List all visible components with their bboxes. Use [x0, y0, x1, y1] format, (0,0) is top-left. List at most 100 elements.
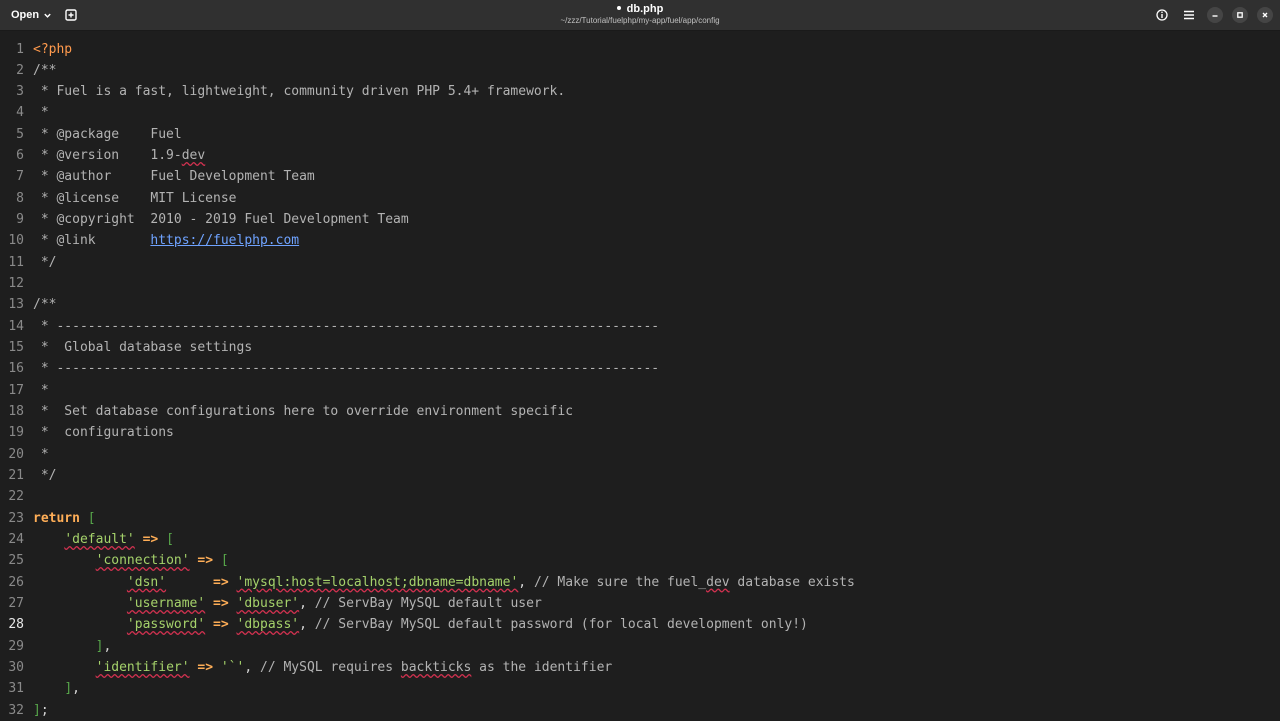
code-line[interactable]: 17 * [0, 380, 1280, 401]
code-token: 'password' [126, 617, 206, 633]
code-token: * --------------------------------------… [33, 361, 660, 377]
code-token: ] [64, 681, 73, 697]
info-icon [1156, 9, 1168, 21]
code-token: 'dsn' [126, 574, 167, 590]
code-token: backticks [400, 660, 472, 676]
maximize-button[interactable] [1232, 7, 1248, 23]
code-line[interactable]: 32]; [0, 700, 1280, 721]
code-line[interactable]: 3 * Fuel is a fast, lightweight, communi… [0, 81, 1280, 102]
code-text: * [33, 444, 49, 465]
code-line[interactable]: 23 return [ [0, 508, 1280, 529]
line-number: 26 [8, 574, 24, 590]
code-token: '`' [220, 660, 245, 676]
code-token: 'mysql:host=localhost;dbname=dbname' [236, 574, 519, 590]
code-line[interactable]: 13 /** [0, 294, 1280, 315]
code-text: ], [33, 678, 80, 699]
open-button[interactable]: Open [4, 5, 59, 25]
code-token: // MySQL requires [260, 660, 401, 676]
file-name: db.php [626, 3, 664, 15]
line-number: 32 [8, 702, 24, 718]
chevron-down-icon [44, 13, 51, 18]
code-line[interactable]: 8 * @license MIT License [0, 188, 1280, 209]
code-line[interactable]: 15 * Global database settings [0, 337, 1280, 358]
close-button[interactable] [1257, 7, 1273, 23]
code-token: * configurations [33, 425, 174, 441]
file-path: ~/zzz/Tutorial/fuelphp/my-app/fuel/app/c… [560, 16, 720, 25]
code-text: * Set database configurations here to ov… [33, 401, 573, 422]
code-text: */ [33, 465, 57, 486]
line-number: 5 [16, 126, 24, 142]
unsaved-indicator-icon [616, 6, 621, 11]
code-token: /** [33, 297, 57, 313]
line-number: 29 [8, 638, 24, 654]
code-token: => [213, 574, 229, 590]
code-editor[interactable]: 1 <?php 2 /** 3 * Fuel is a fast, lightweigh… [0, 31, 1280, 720]
code-line[interactable]: 28 'password' => 'dbpass', // ServBay My… [0, 614, 1280, 635]
new-tab-button[interactable] [61, 5, 81, 25]
code-line[interactable]: 1 <?php [0, 39, 1280, 60]
code-line[interactable]: 14 * -----------------------------------… [0, 316, 1280, 337]
code-line[interactable]: 18 * Set database configurations here to… [0, 401, 1280, 422]
code-line[interactable]: 21 */ [0, 465, 1280, 486]
code-line[interactable]: 20 * [0, 444, 1280, 465]
window-title: db.php ~/zzz/Tutorial/fuelphp/my-app/fue… [440, 3, 840, 26]
minimize-button[interactable] [1207, 7, 1223, 23]
code-line[interactable]: 12 [0, 273, 1280, 294]
code-line[interactable]: 4 * [0, 102, 1280, 123]
code-token: 'dbpass' [236, 617, 300, 633]
code-token: * Global database settings [33, 340, 253, 356]
code-token: , [518, 574, 534, 590]
code-token: , [299, 596, 315, 612]
line-number: 23 [8, 510, 24, 526]
maximize-icon [1237, 12, 1243, 18]
code-text: /** [33, 60, 56, 81]
line-number: 25 [8, 553, 24, 569]
code-token: * --------------------------------------… [33, 318, 660, 334]
code-line[interactable]: 7 * @author Fuel Development Team [0, 166, 1280, 187]
code-line[interactable]: 25 'connection' => [ [0, 550, 1280, 571]
code-line[interactable]: 9 * @copyright 2010 - 2019 Fuel Developm… [0, 209, 1280, 230]
code-token: ] [33, 702, 41, 718]
code-line[interactable]: 11 */ [0, 252, 1280, 273]
code-line[interactable]: 10 * @link https://fuelphp.com [0, 230, 1280, 251]
code-line[interactable]: 31 ], [0, 678, 1280, 699]
code-line[interactable]: 22 [0, 486, 1280, 507]
code-line[interactable]: 2 /** [0, 60, 1280, 81]
code-token: // ServBay MySQL default password (for l… [314, 617, 808, 633]
code-token: * @author Fuel Development Team [33, 169, 315, 185]
code-line[interactable]: 6 * @version 1.9-dev [0, 145, 1280, 166]
code-line[interactable]: 16 * -----------------------------------… [0, 358, 1280, 379]
line-number: 9 [16, 212, 24, 228]
document-properties-button[interactable] [1154, 7, 1170, 23]
new-tab-icon [65, 9, 77, 21]
code-token: , [103, 638, 112, 654]
code-text: * @license MIT License [33, 188, 237, 209]
code-token: as the identifier [471, 660, 613, 676]
code-token: => [213, 596, 229, 612]
code-line[interactable]: 5 * @package Fuel [0, 124, 1280, 145]
main-menu-button[interactable] [1181, 7, 1197, 23]
code-line[interactable]: 19 * configurations [0, 422, 1280, 443]
code-line[interactable]: 29 ], [0, 636, 1280, 657]
code-line[interactable]: 30 'identifier' => '`', // MySQL require… [0, 657, 1280, 678]
code-token: * @license MIT License [33, 190, 237, 206]
code-line[interactable]: 24 'default' => [ [0, 529, 1280, 550]
code-line[interactable]: 27 'username' => 'dbuser', // ServBay My… [0, 593, 1280, 614]
code-token: * Set database configurations here to ov… [33, 404, 574, 420]
code-line[interactable]: 26 'dsn' => 'mysql:host=localhost;dbname… [0, 572, 1280, 593]
code-token: 'identifier' [95, 660, 190, 676]
code-token: 'connection' [95, 553, 190, 569]
code-text: return [ [33, 508, 96, 529]
code-token: // Make sure the fuel_ [533, 574, 707, 590]
close-icon [1262, 12, 1268, 18]
line-number: 16 [8, 361, 24, 377]
